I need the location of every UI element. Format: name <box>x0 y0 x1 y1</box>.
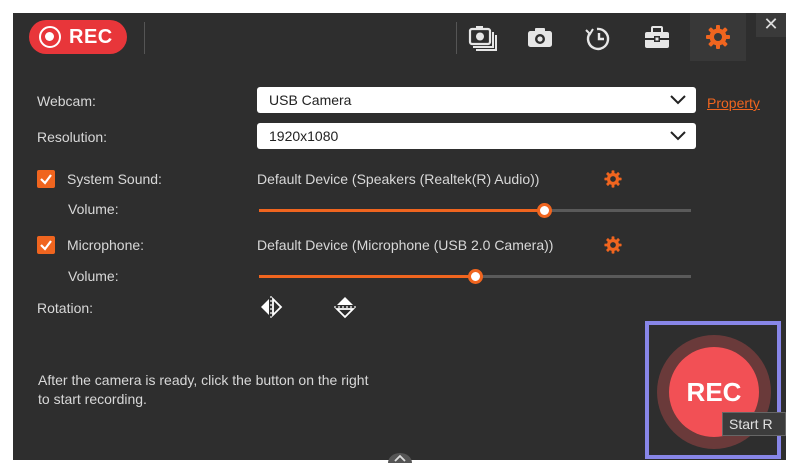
chevron-down-icon <box>670 95 686 105</box>
toolbar-divider <box>456 22 457 54</box>
chevron-down-icon <box>670 131 686 141</box>
checkmark-icon <box>40 240 52 251</box>
system-volume-knob[interactable] <box>537 203 553 218</box>
instruction-text: After the camera is ready, click the but… <box>38 371 418 409</box>
camera-icon[interactable] <box>523 21 557 55</box>
system-volume-fill <box>259 209 545 212</box>
mic-volume-label: Volume: <box>68 268 119 284</box>
flip-horizontal-icon[interactable] <box>259 295 283 319</box>
settings-tab-active[interactable] <box>690 13 746 61</box>
start-record-tooltip: Start R <box>722 412 786 436</box>
resolution-select-value: 1920x1080 <box>269 128 339 144</box>
property-link[interactable]: Property <box>707 95 760 111</box>
webcam-select-value: USB Camera <box>269 92 352 108</box>
webcam-label: Webcam: <box>37 93 96 109</box>
screenshot-stack-icon[interactable] <box>465 21 499 55</box>
rec-mode-label: REC <box>69 26 113 48</box>
system-sound-label: System Sound: <box>67 171 162 187</box>
top-toolbar: REC <box>13 13 786 63</box>
system-sound-settings-icon[interactable] <box>603 169 623 189</box>
system-volume-label: Volume: <box>68 201 119 217</box>
instruction-line-2: to start recording. <box>38 391 147 407</box>
instruction-line-1: After the camera is ready, click the but… <box>38 372 369 388</box>
mic-volume-fill <box>259 275 475 278</box>
system-sound-checkbox[interactable] <box>37 170 55 188</box>
microphone-settings-icon[interactable] <box>603 235 623 255</box>
close-button[interactable]: ✕ <box>756 13 786 37</box>
resolution-select[interactable]: 1920x1080 <box>257 123 696 149</box>
system-volume-slider[interactable] <box>259 203 691 218</box>
resolution-label: Resolution: <box>37 129 108 145</box>
record-dot-icon <box>39 26 61 48</box>
toolbar-divider <box>144 22 145 54</box>
collapse-panel-button[interactable] <box>387 450 413 463</box>
microphone-device: Default Device (Microphone (USB 2.0 Came… <box>257 237 554 253</box>
rotation-label: Rotation: <box>37 300 94 316</box>
chevron-up-icon <box>388 453 412 463</box>
webcam-select[interactable]: USB Camera <box>257 87 696 113</box>
settings-gear-icon <box>706 25 730 49</box>
microphone-checkbox[interactable] <box>37 236 55 254</box>
system-sound-device: Default Device (Speakers (Realtek(R) Aud… <box>257 171 540 187</box>
microphone-label: Microphone: <box>67 237 145 253</box>
mic-volume-slider[interactable] <box>259 269 691 284</box>
toolbox-icon[interactable] <box>640 21 674 55</box>
flip-vertical-icon[interactable] <box>333 295 357 319</box>
schedule-clock-icon[interactable] <box>581 21 615 55</box>
mic-volume-knob[interactable] <box>468 269 483 284</box>
rec-mode-button[interactable]: REC <box>29 20 127 54</box>
webcam-recorder-window: REC ✕ Webcam: USB Camera Property Resolu… <box>13 13 786 463</box>
checkmark-icon <box>40 174 52 185</box>
record-button-highlight: REC <box>645 321 781 459</box>
